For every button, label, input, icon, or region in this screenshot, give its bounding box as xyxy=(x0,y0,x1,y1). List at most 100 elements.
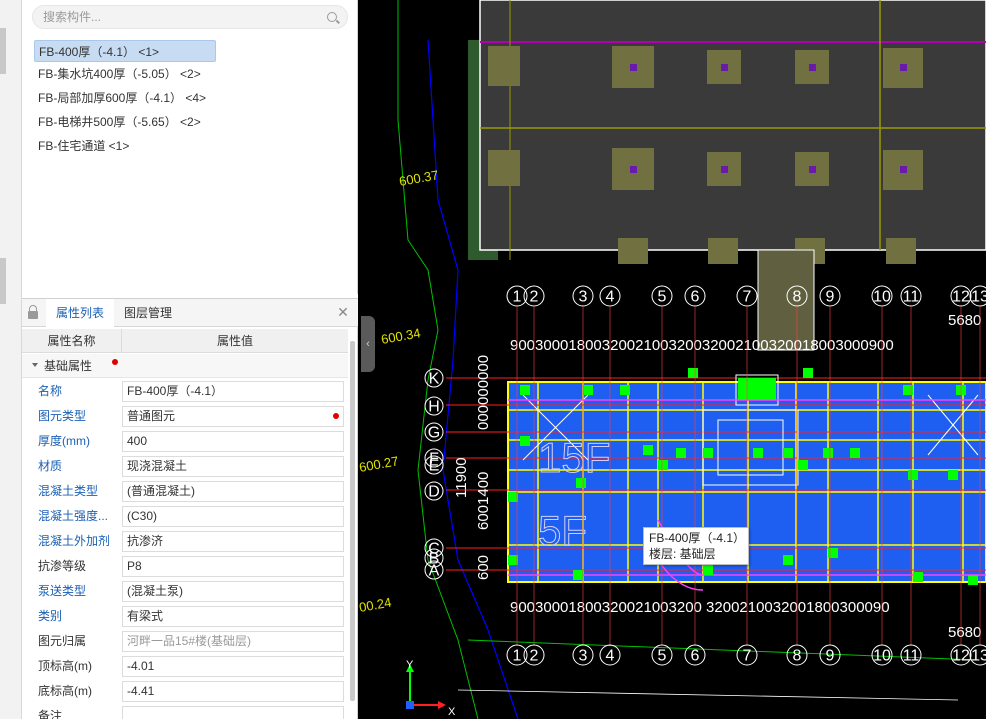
elevation-label: 00.24 xyxy=(358,595,393,615)
component-item[interactable]: FB-集水坑400厚（-5.05） <2> xyxy=(34,63,201,85)
site-boundary-line xyxy=(397,0,479,719)
property-value[interactable]: 抗渗济 xyxy=(122,531,344,552)
component-item[interactable]: FB-局部加厚600厚（-4.1） <4> xyxy=(34,87,206,109)
property-name: 图元类型 xyxy=(38,409,87,423)
axis-number-label: 12 xyxy=(952,648,970,665)
property-value[interactable]: (混凝土泵) xyxy=(122,581,344,602)
component-item[interactable]: FB-电梯井500厚（-5.65） <2> xyxy=(34,111,201,133)
properties-panel: 属性列表 图层管理 ✕ 属性名称 属性值 基础属性 名称 FB-400厚（-4.… xyxy=(22,298,358,719)
property-value[interactable]: (C30) xyxy=(122,506,344,527)
dimension-text-right: 5680 xyxy=(948,624,981,641)
property-value[interactable]: 400 xyxy=(122,431,344,452)
property-row: 厚度(mm) 400 xyxy=(22,429,348,454)
connector-slab xyxy=(757,249,815,351)
ucs-y-label: Y xyxy=(406,659,414,671)
property-row: 材质 现浇混凝土 xyxy=(22,454,348,479)
property-name: 混凝土外加剂 xyxy=(38,534,111,548)
property-name: 备注 xyxy=(38,709,63,719)
property-name: 混凝土类型 xyxy=(38,484,99,498)
axis-number-label: 3 xyxy=(579,289,588,306)
floor-label: 5F xyxy=(538,507,587,554)
tab-attributes[interactable]: 属性列表 xyxy=(46,299,115,328)
cad-canvas[interactable]: 15F 5F 600.37 600.34 600.27 00.24 900300… xyxy=(358,0,986,719)
property-row: 备注 xyxy=(22,704,348,719)
tooltip-name: FB-400厚（-4.1） xyxy=(649,531,746,545)
edge-marker xyxy=(0,28,6,74)
header-value: 属性值 xyxy=(216,334,253,348)
upper-building-slab xyxy=(479,0,986,251)
property-value[interactable] xyxy=(122,706,344,719)
axis-number-label: 11 xyxy=(903,289,920,306)
property-row: 图元类型 普通图元 xyxy=(22,404,348,429)
panel-tabbar: 属性列表 图层管理 ✕ xyxy=(22,299,358,328)
site-boundary-line xyxy=(457,689,959,701)
axis-letter-label: G xyxy=(428,425,440,442)
header-name: 属性名称 xyxy=(22,329,122,353)
elevation-label: 600.37 xyxy=(398,167,440,189)
cad-drawing[interactable]: 15F 5F 600.37 600.34 600.27 00.24 900300… xyxy=(358,0,986,719)
tooltip-floor: 楼层: 基础层 xyxy=(649,547,716,561)
close-icon[interactable]: ✕ xyxy=(336,305,350,319)
property-name: 图元归属 xyxy=(38,634,87,648)
component-item[interactable]: FB-住宅通道 <1> xyxy=(34,135,129,157)
property-value[interactable]: P8 xyxy=(122,556,344,577)
collapse-panel-handle[interactable]: ‹ xyxy=(361,316,375,372)
axis-number-label: 10 xyxy=(873,289,891,306)
axis-number-label: 1 xyxy=(513,648,522,665)
dimension-text-vertical: 6001400 xyxy=(475,472,492,530)
table-header: 属性名称 属性值 xyxy=(22,329,348,353)
tab-layers[interactable]: 图层管理 xyxy=(114,299,182,327)
dimension-text-left: 11900 xyxy=(453,457,470,498)
property-row: 混凝土强度... (C30) xyxy=(22,504,348,529)
axis-number-label: 9 xyxy=(826,289,835,306)
property-value[interactable]: 现浇混凝土 xyxy=(122,456,344,477)
axis-number-label: 6 xyxy=(691,648,700,665)
axis-number-label: 4 xyxy=(606,648,615,665)
axis-number-label: 4 xyxy=(606,289,615,306)
property-value[interactable]: (普通混凝土) xyxy=(122,481,344,502)
axis-number-label: 2 xyxy=(530,289,539,306)
axis-number-label: 3 xyxy=(579,648,588,665)
elevation-label: 600.27 xyxy=(358,453,400,475)
property-row: 混凝土类型 (普通混凝土) xyxy=(22,479,348,504)
dimension-text-vertical: 600 xyxy=(475,555,492,580)
element-tooltip: FB-400厚（-4.1） 楼层: 基础层 xyxy=(643,527,749,565)
property-value[interactable]: 有梁式 xyxy=(122,606,344,627)
axis-number-label: 10 xyxy=(873,648,891,665)
properties-scrollbar[interactable] xyxy=(350,341,355,701)
property-value[interactable]: -4.01 xyxy=(122,656,344,677)
axis-number-label: 13 xyxy=(971,648,986,665)
dimension-text-bottom: 90030001800320021003200 3200210032001800… xyxy=(510,599,890,616)
search-box xyxy=(32,5,348,29)
property-name: 抗渗等级 xyxy=(38,559,87,573)
property-value[interactable]: FB-400厚（-4.1） xyxy=(122,381,344,402)
property-row: 底标高(m) -4.41 xyxy=(22,679,348,704)
axis-number-label: 7 xyxy=(743,289,752,306)
group-label: 基础属性 xyxy=(44,359,93,373)
axis-bubbles-bottom: 1 2 3 4 5 6 7 8 9 10 11 12 13 xyxy=(506,644,986,666)
search-icon[interactable] xyxy=(327,12,337,22)
search-input[interactable] xyxy=(43,8,313,26)
property-name: 材质 xyxy=(38,459,63,473)
group-basic-properties[interactable]: 基础属性 xyxy=(22,354,348,378)
axis-number-label: 7 xyxy=(743,648,752,665)
axis-number-label: 12 xyxy=(952,289,970,306)
property-value[interactable]: -4.41 xyxy=(122,681,344,702)
collapse-arrow-icon[interactable] xyxy=(32,363,38,367)
axis-letter-label: H xyxy=(428,399,440,416)
dimension-text-right: 5680 xyxy=(948,312,981,329)
property-name: 顶标高(m) xyxy=(38,659,92,673)
component-item[interactable]: FB-400厚（-4.1） <1> xyxy=(34,40,216,62)
property-value: 河畔一品15#楼(基础层) xyxy=(122,631,344,652)
property-row: 图元归属 河畔一品15#楼(基础层) xyxy=(22,629,348,654)
property-row: 顶标高(m) -4.01 xyxy=(22,654,348,679)
lock-icon[interactable] xyxy=(28,305,38,319)
axis-letter-label: E xyxy=(429,458,440,475)
property-name: 名称 xyxy=(38,384,63,398)
axis-number-label: 2 xyxy=(530,648,539,665)
axis-letter-label: D xyxy=(428,484,440,501)
property-name: 厚度(mm) xyxy=(38,434,90,448)
property-value[interactable]: 普通图元 xyxy=(122,406,344,427)
property-name: 混凝土强度... xyxy=(38,509,109,523)
property-row: 泵送类型 (混凝土泵) xyxy=(22,579,348,604)
